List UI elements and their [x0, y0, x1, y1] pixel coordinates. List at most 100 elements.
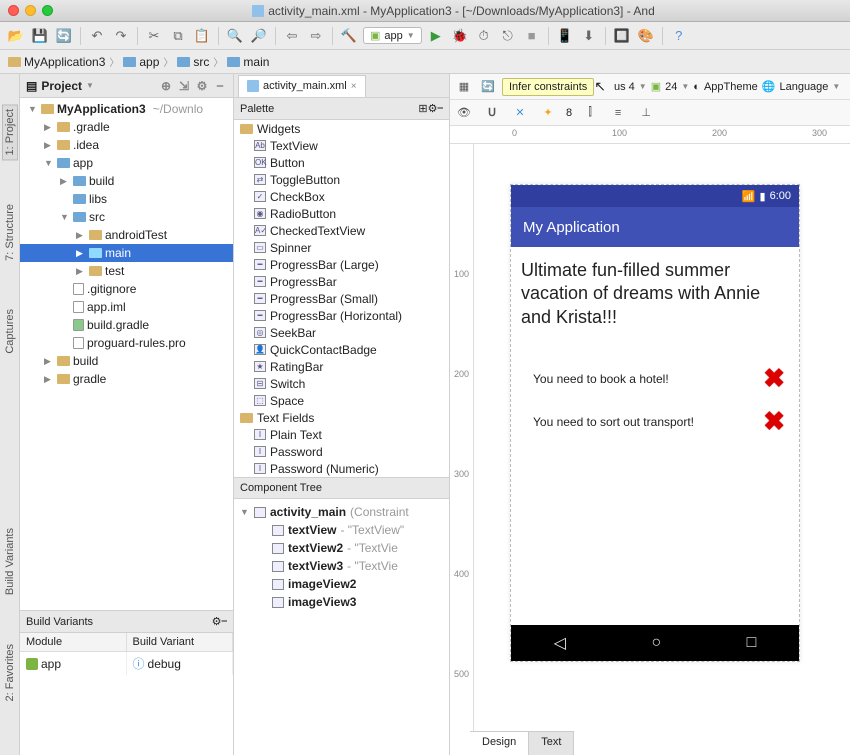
- breadcrumb-item[interactable]: MyApplication3: [8, 55, 105, 69]
- palette-item[interactable]: ◎SeekBar: [234, 324, 449, 341]
- expand-arrow[interactable]: ▼: [44, 158, 54, 168]
- design-canvas[interactable]: 100 200 300 400 500 📶 ▮ 6:00 My Applicat…: [450, 144, 850, 755]
- run-config-selector[interactable]: ▣ app ▼: [363, 27, 422, 44]
- palette-item[interactable]: ▭Spinner: [234, 239, 449, 256]
- close-window[interactable]: [8, 5, 19, 16]
- attach-icon[interactable]: ⎋: [498, 26, 518, 46]
- component-row[interactable]: ▼activity_main (Constraint: [234, 503, 449, 521]
- layout-inspector-icon[interactable]: 🔲: [612, 26, 632, 46]
- palette-item[interactable]: ━ProgressBar: [234, 273, 449, 290]
- cut-icon[interactable]: ✂: [144, 26, 164, 46]
- breadcrumb-item[interactable]: main: [227, 55, 269, 69]
- rail-favorites[interactable]: 2: Favorites: [3, 640, 17, 705]
- palette-list[interactable]: WidgetsAbTextViewOKButton⇄ToggleButton✓C…: [234, 120, 449, 477]
- forward-icon[interactable]: ⇨: [306, 26, 326, 46]
- palette-item[interactable]: AbTextView: [234, 137, 449, 154]
- palette-item[interactable]: IPassword: [234, 443, 449, 460]
- component-row[interactable]: textView3 - "TextVie: [234, 557, 449, 575]
- align-icon[interactable]: ≡: [608, 103, 628, 123]
- tree-row[interactable]: .gitignore: [20, 280, 233, 298]
- tree-row[interactable]: app.iml: [20, 298, 233, 316]
- component-row[interactable]: imageView3: [234, 593, 449, 611]
- rail-captures[interactable]: Captures: [3, 305, 17, 358]
- x-mark-icon[interactable]: ✖: [763, 406, 785, 437]
- rail-structure[interactable]: 7: Structure: [3, 200, 17, 265]
- autoconnect-icon[interactable]: ᑌ: [482, 103, 502, 123]
- preview-heading[interactable]: Ultimate fun-filled summer vacation of d…: [521, 259, 789, 329]
- palette-item[interactable]: ◉RadioButton: [234, 205, 449, 222]
- hide-icon[interactable]: ⎯: [438, 102, 444, 115]
- tree-row[interactable]: ▶androidTest: [20, 226, 233, 244]
- breadcrumb-item[interactable]: app: [123, 55, 159, 69]
- help-icon[interactable]: ?: [669, 26, 689, 46]
- palette-item[interactable]: ⊟Switch: [234, 375, 449, 392]
- chevron-down-icon[interactable]: ▼: [86, 81, 94, 90]
- tree-row[interactable]: ▶.idea: [20, 136, 233, 154]
- expand-arrow[interactable]: ▶: [60, 176, 70, 187]
- palette-item[interactable]: IPlain Text: [234, 426, 449, 443]
- scroll-from-source-icon[interactable]: ⊕: [159, 79, 173, 93]
- tree-row[interactable]: ▶test: [20, 262, 233, 280]
- tree-row[interactable]: ▶gradle: [20, 370, 233, 388]
- component-tree[interactable]: ▼activity_main (ConstrainttextView - "Te…: [234, 499, 449, 755]
- palette-item[interactable]: ⇄ToggleButton: [234, 171, 449, 188]
- palette-item[interactable]: OKButton: [234, 154, 449, 171]
- expand-arrow[interactable]: ▼: [60, 212, 70, 222]
- infer-constraints-icon[interactable]: ✦: [538, 103, 558, 123]
- api-selector[interactable]: 24: [665, 81, 677, 93]
- run-icon[interactable]: ▶: [426, 26, 446, 46]
- tree-row[interactable]: ▶build: [20, 172, 233, 190]
- palette-item[interactable]: ⬚Space: [234, 392, 449, 409]
- palette-item[interactable]: ✓CheckBox: [234, 188, 449, 205]
- hide-icon[interactable]: ⎯: [213, 79, 227, 93]
- tab-design[interactable]: Design: [470, 732, 529, 755]
- palette-item[interactable]: ★RatingBar: [234, 358, 449, 375]
- expand-arrow[interactable]: ▶: [44, 374, 54, 385]
- breadcrumb-item[interactable]: src: [177, 55, 209, 69]
- expand-arrow[interactable]: ▶: [76, 266, 86, 277]
- palette-item[interactable]: IPassword (Numeric): [234, 460, 449, 477]
- copy-icon[interactable]: ⧉: [168, 26, 188, 46]
- avd-icon[interactable]: 📱: [555, 26, 575, 46]
- tree-row[interactable]: proguard-rules.pro: [20, 334, 233, 352]
- stop-icon[interactable]: ■: [522, 26, 542, 46]
- save-icon[interactable]: 💾: [30, 26, 50, 46]
- zoom-window[interactable]: [42, 5, 53, 16]
- nav-home-icon[interactable]: ○: [651, 634, 661, 652]
- rail-project[interactable]: 1: Project: [2, 104, 18, 160]
- default-margin[interactable]: 8: [566, 107, 572, 119]
- language-selector[interactable]: Language: [779, 81, 828, 93]
- profile-icon[interactable]: ⏱: [474, 26, 494, 46]
- tree-row[interactable]: ▶build: [20, 352, 233, 370]
- device-preview[interactable]: 📶 ▮ 6:00 My Application Ultimate fun-fil…: [510, 184, 800, 662]
- palette-item[interactable]: A✓CheckedTextView: [234, 222, 449, 239]
- back-icon[interactable]: ⇦: [282, 26, 302, 46]
- replace-icon[interactable]: 🔎: [249, 26, 269, 46]
- tree-row[interactable]: ▶main: [20, 244, 233, 262]
- nav-recent-icon[interactable]: □: [747, 634, 757, 652]
- gear-icon[interactable]: ⚙: [195, 79, 209, 93]
- hide-icon[interactable]: ⎯: [222, 615, 228, 628]
- expand-arrow[interactable]: ▼: [240, 507, 250, 517]
- sync-icon[interactable]: 🔄: [54, 26, 74, 46]
- make-icon[interactable]: 🔨: [339, 26, 359, 46]
- sdk-icon[interactable]: ⬇: [579, 26, 599, 46]
- minimize-window[interactable]: [25, 5, 36, 16]
- palette-item[interactable]: ━ProgressBar (Small): [234, 290, 449, 307]
- rail-build-variants[interactable]: Build Variants: [3, 524, 17, 599]
- undo-icon[interactable]: ↶: [87, 26, 107, 46]
- expand-arrow[interactable]: ▶: [76, 230, 86, 241]
- gear-icon[interactable]: ⚙: [428, 102, 438, 115]
- tree-row[interactable]: ▼app: [20, 154, 233, 172]
- expand-arrow[interactable]: ▶: [76, 248, 86, 259]
- guideline-icon[interactable]: ⊥: [636, 103, 656, 123]
- build-variant-row[interactable]: app ⓘdebug: [20, 652, 233, 675]
- pack-icon[interactable]: ⫿: [580, 103, 600, 123]
- tree-root[interactable]: ▼ MyApplication3 ~/Downlo: [20, 100, 233, 118]
- preview-task-row[interactable]: You need to sort out transport! ✖: [521, 400, 789, 443]
- theme-editor-icon[interactable]: 🎨: [636, 26, 656, 46]
- expand-arrow[interactable]: ▶: [44, 140, 54, 151]
- find-icon[interactable]: 🔍: [225, 26, 245, 46]
- component-row[interactable]: imageView2: [234, 575, 449, 593]
- palette-view-icon[interactable]: ⊞: [418, 102, 427, 115]
